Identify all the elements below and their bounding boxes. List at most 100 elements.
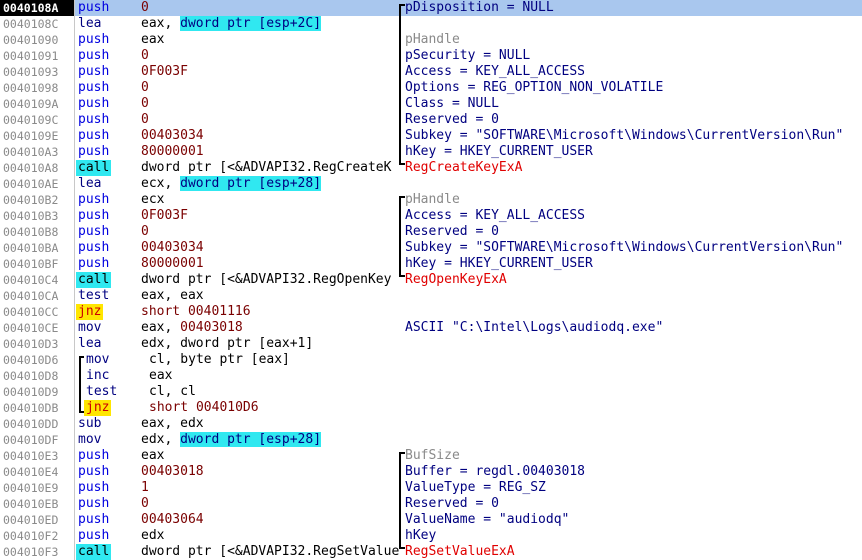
comment: Options = REG_OPTION_NON_VOLATILE [405,80,664,95]
mnemonic: test [78,288,110,303]
operand-token: 0F003F [141,208,188,223]
operand-token: 0 [141,112,149,127]
operand-token: 00403064 [141,512,204,527]
mnemonic: push [78,32,110,47]
operand-token: eax, eax [141,288,204,303]
operand-token: short 00401116 [141,304,251,319]
instruction-row[interactable]: 004010D8 inc eax [0,368,862,384]
mnemonic: push [78,0,110,15]
instruction-row[interactable]: 004010C4 call dword ptr [<&ADVAPI32.RegOpe… [0,272,862,288]
operands: eax [141,448,164,464]
operand-token: 0 [141,496,149,511]
operand-token: ecx, [141,176,181,191]
comment: Subkey = "SOFTWARE\Microsoft\Windows\Cur… [405,128,844,143]
instruction-row[interactable]: 004010B3 push 0F003F Access = KEY_ALL_ACCES… [0,208,862,224]
mnemonic: call [76,160,112,176]
operands: dword ptr [<&ADVAPI32.RegOpenKey [141,272,391,288]
address: 004010F2 [3,529,59,543]
instruction-row[interactable]: 00401090 push eax pHandle [0,32,862,48]
instruction-row[interactable]: 0040108C lea eax, dword ptr [esp+2C] [0,16,862,32]
instruction-row[interactable]: 004010F3 call dword ptr [<&ADVAPI32.RegSet… [0,544,862,560]
instruction-row[interactable]: 004010DF mov edx, dword ptr [esp+28] [0,432,862,448]
address: 004010AE [3,177,59,191]
operand-token: 00403034 [141,240,204,255]
instruction-row[interactable]: 004010CA test eax, eax [0,288,862,304]
bracket-top [399,452,405,454]
operands: 0F003F [141,64,188,80]
mnemonic: lea [78,176,102,191]
bracket-top [399,196,405,198]
instruction-row[interactable]: 004010BA push 00403034 Subkey = "SOFTWARE\M… [0,240,862,256]
loop-bracket [79,356,81,412]
instruction-row[interactable]: 004010B8 push 0 Reserved = 0 [0,224,862,240]
instruction-row[interactable]: 00401091 push 0 pSecurity = NULL [0,48,862,64]
instruction-row[interactable]: 004010D9 test cl, cl [0,384,862,400]
instruction-row[interactable]: 004010EB push 0 Reserved = 0 [0,496,862,512]
instruction-row[interactable]: 004010DB jnz short 004010D6 [0,400,862,416]
comment: BufSize [405,448,460,463]
instruction-row[interactable]: 004010A8 call dword ptr [<&ADVAPI32.RegCre… [0,160,862,176]
mnemonic: push [78,464,110,479]
instruction-row[interactable]: 004010CC jnz short 00401116 [0,304,862,320]
instruction-row[interactable]: 00401093 push 0F003F Access = KEY_ALL_ACCES… [0,64,862,80]
address: 0040109C [3,113,59,127]
instruction-row[interactable]: 004010E4 push 00403018 Buffer = regdl.00403… [0,464,862,480]
operands: edx [141,528,164,544]
operands: edx, dword ptr [esp+28] [141,432,322,448]
instruction-row[interactable]: 004010ED push 00403064 ValueName = "audiodq… [0,512,862,528]
address: 004010F3 [3,545,59,559]
address: 004010D9 [3,385,59,399]
mnemonic: push [78,512,110,527]
call-args-bracket-regsetvalue [399,452,401,548]
operand-token: 00403034 [141,128,204,143]
address: 004010BF [3,257,59,271]
address: 0040109A [3,97,59,111]
instruction-row[interactable]: 004010E3 push eax BufSize [0,448,862,464]
operands: eax, edx [141,416,204,432]
comment: Access = KEY_ALL_ACCESS [405,208,586,223]
mnemonic: inc [86,368,110,383]
mnemonic: push [78,80,110,95]
instruction-row[interactable]: 004010B2 push ecx pHandle [0,192,862,208]
address: 004010C4 [3,273,59,287]
mnemonic: push [78,112,110,127]
instruction-row[interactable]: 004010DD sub eax, edx [0,416,862,432]
operand-token: 0 [141,48,149,63]
operand-token: eax [149,368,173,383]
mnemonic: push [78,48,110,63]
instruction-row[interactable]: 004010BF push 80000001 hKey = HKEY_CURRENT_… [0,256,862,272]
address: 00401090 [3,33,59,47]
operands: short 00401116 [141,304,251,320]
mnemonic: push [78,496,110,511]
address: 00401098 [3,81,59,95]
mnemonic: push [78,256,110,271]
bracket-bottom [399,275,405,277]
comment: pHandle [405,32,460,47]
instruction-row[interactable]: 004010AE lea ecx, dword ptr [esp+28] [0,176,862,192]
instruction-row[interactable]: 004010CE mov eax, 00403018 ASCII "C:\Intel\… [0,320,862,336]
instruction-row[interactable]: 004010D3 lea edx, dword ptr [eax+1] [0,336,862,352]
operand-token: dword ptr [esp+2C] [180,16,322,31]
operand-token: dword ptr [<&ADVAPI32.RegCreateK [141,160,392,175]
instruction-row[interactable]: 0040109E push 00403034 Subkey = "SOFTWARE\M… [0,128,862,144]
address: 004010D6 [3,353,59,367]
instruction-row[interactable]: 0040109A push 0 Class = NULL [0,96,862,112]
instruction-row[interactable]: 00401098 push 0 Options = REG_OPTION_NON_VO… [0,80,862,96]
instruction-row[interactable]: 004010E9 push 1 ValueType = REG_SZ [0,480,862,496]
instruction-row[interactable]: 004010A3 push 80000001 hKey = HKEY_CURRENT_… [0,144,862,160]
instruction-row[interactable]: 004010D6 mov cl, byte ptr [eax] [0,352,862,368]
instruction-row[interactable]: 0040108A push 0 pDisposition = NULL [0,0,862,16]
mnemonic: call [76,544,112,560]
loop-bracket-top [79,356,84,358]
address: 00401093 [3,65,59,79]
operand-token: cl, cl [149,384,196,399]
call-args-bracket-regopenkey [399,196,401,276]
disassembly-view[interactable]: 0040108A push 0 pDisposition = NULL 0040108C… [0,0,862,560]
operand-token: dword ptr [esp+28] [180,176,322,191]
comment: Access = KEY_ALL_ACCESS [405,64,586,79]
instruction-row[interactable]: 004010F2 push edx hKey [0,528,862,544]
instruction-row[interactable]: 0040109C push 0 Reserved = 0 [0,112,862,128]
comment: ValueType = REG_SZ [405,480,546,495]
call-args-bracket-regcreatekey [399,4,401,164]
mnemonic: push [78,480,110,495]
